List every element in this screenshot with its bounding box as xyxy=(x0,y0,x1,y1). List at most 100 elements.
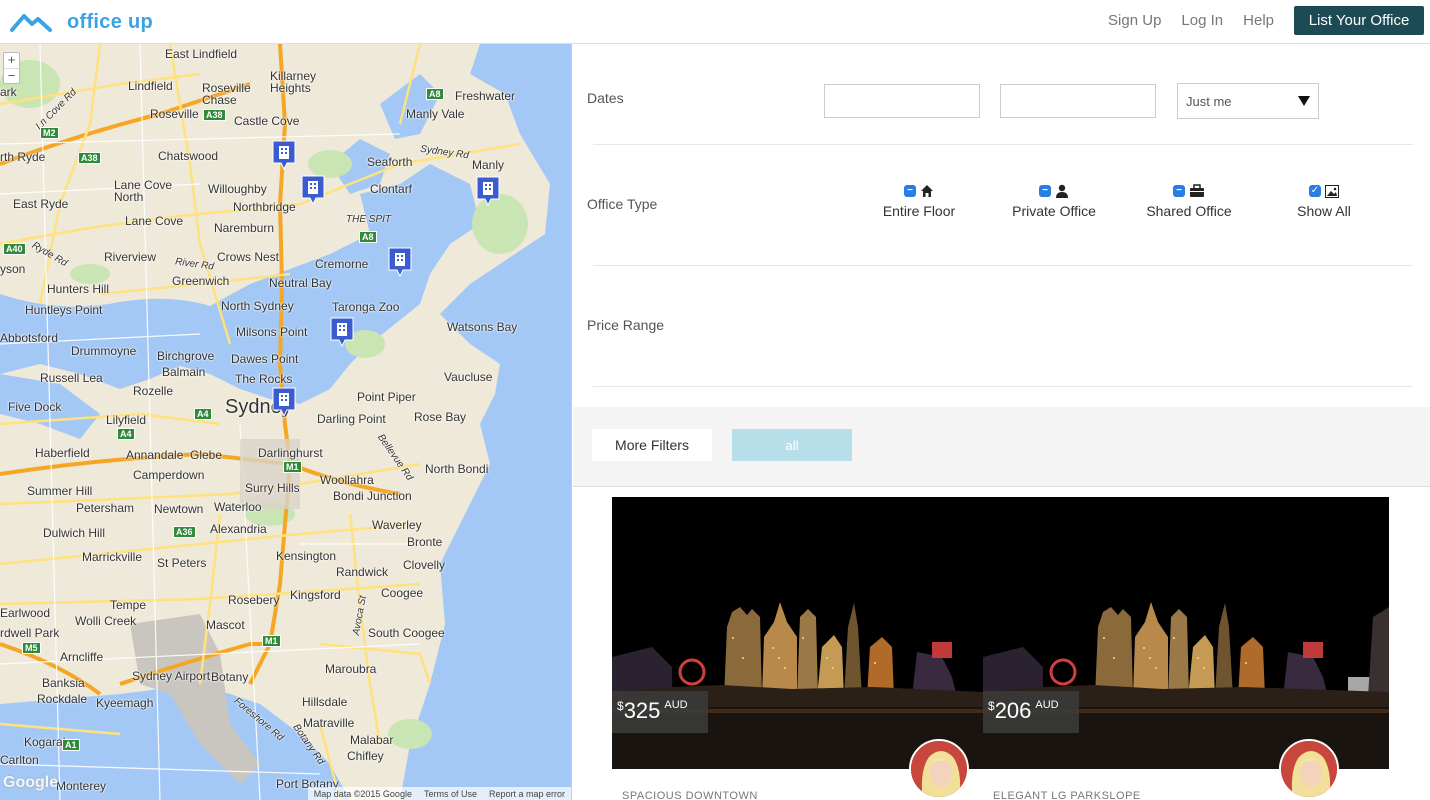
briefcase-icon xyxy=(1190,184,1204,197)
map-label: Alexandria xyxy=(210,522,267,536)
map-label: Rozelle xyxy=(133,384,174,398)
host-avatar[interactable] xyxy=(909,739,969,799)
map-label: Watsons Bay xyxy=(447,320,518,334)
road-shield: M2 xyxy=(40,127,59,139)
map-label: Kyeemagh xyxy=(96,696,154,710)
map-label: Hunters Hill xyxy=(47,282,110,296)
office-type-label: Office Type xyxy=(587,196,658,212)
price-unit: AUD xyxy=(664,699,688,711)
checkbox-minus-icon[interactable]: − xyxy=(904,185,916,197)
map-label: Randwick xyxy=(336,565,389,579)
road-shield: M5 xyxy=(22,642,41,654)
office-type-private-office[interactable]: − Private Office xyxy=(989,182,1119,219)
road-shield: A8 xyxy=(359,231,377,243)
map-label: Camperdown xyxy=(133,468,205,482)
office-type-label-text: Show All xyxy=(1297,203,1351,219)
road-shield: A38 xyxy=(203,109,226,121)
map-label: Neutral Bay xyxy=(269,276,332,290)
help-link[interactable]: Help xyxy=(1243,12,1274,29)
map-label: Kingsford xyxy=(290,588,341,602)
map-label: Coogee xyxy=(381,586,424,600)
road-shield: A1 xyxy=(62,739,80,751)
map-label: Castle Cove xyxy=(234,114,300,128)
zoom-out-button[interactable]: − xyxy=(4,68,19,83)
map-label: Rosebery xyxy=(228,593,280,607)
price-amount: 325 xyxy=(623,698,661,723)
listing-card[interactable]: $ 325 AUD SPACIOUS DOWNTOWN xyxy=(612,497,983,800)
office-marker-icon[interactable] xyxy=(388,247,412,277)
listing-title[interactable]: ELEGANT LG PARKSLOPE xyxy=(993,790,1141,800)
zoom-in-button[interactable]: + xyxy=(4,53,19,68)
map-label: Abbotsford xyxy=(0,331,59,345)
map-label: Drummoyne xyxy=(71,344,137,358)
map-label: Darling Point xyxy=(317,412,386,426)
map-label: Annandale xyxy=(126,448,184,462)
office-type-entire-floor[interactable]: − Entire Floor xyxy=(854,182,984,219)
login-link[interactable]: Log In xyxy=(1181,12,1223,29)
office-type-label-text: Entire Floor xyxy=(882,203,956,219)
all-button[interactable]: all xyxy=(732,429,852,461)
map-label: Clontarf xyxy=(370,182,413,196)
office-type-shared-office[interactable]: − Shared Office xyxy=(1124,182,1254,219)
map-label: Mascot xyxy=(206,618,245,632)
map-label: Malabar xyxy=(350,733,394,747)
price-amount: 206 xyxy=(994,698,1032,723)
listing-card[interactable]: $ 206 AUD ELEGANT LG PARKSLOPE xyxy=(983,497,1389,800)
map-label: Earlwood xyxy=(0,606,51,620)
map-label: Marrickville xyxy=(82,550,142,564)
map-label: South Coogee xyxy=(368,626,445,640)
top-nav: Sign Up Log In Help List Your Office xyxy=(1108,6,1424,35)
checkout-date-input[interactable] xyxy=(1000,84,1156,118)
road-shield: A38 xyxy=(78,152,101,164)
terms-link[interactable]: Terms of Use xyxy=(418,789,483,799)
guests-select-value: Just me xyxy=(1186,93,1232,109)
map-label: The Rocks xyxy=(235,372,293,386)
office-marker-icon[interactable] xyxy=(476,176,500,206)
office-type-show-all[interactable]: ✓ Show All xyxy=(1259,182,1389,219)
report-map-error-link[interactable]: Report a map error xyxy=(483,789,571,799)
filter-actions-bar: More Filters all xyxy=(573,407,1430,487)
map-label: Five Dock xyxy=(8,400,62,414)
office-marker-icon[interactable] xyxy=(272,387,296,417)
map-label: Northbridge xyxy=(233,200,296,214)
office-marker-icon[interactable] xyxy=(301,175,325,205)
list-your-office-button[interactable]: List Your Office xyxy=(1294,6,1424,35)
map-label: St Peters xyxy=(157,556,207,570)
map-label: Bronte xyxy=(407,535,443,549)
checkbox-minus-icon[interactable]: − xyxy=(1039,185,1051,197)
office-type-label-text: Private Office xyxy=(1012,203,1096,219)
map-label: North Sydney xyxy=(221,299,294,313)
map-label: Dulwich Hill xyxy=(43,526,106,540)
map-label: Roseville Chase xyxy=(202,81,251,107)
map-label: Lindfield xyxy=(128,79,173,93)
map-label: Carlton xyxy=(0,753,39,767)
map-zoom-control: + − xyxy=(3,52,20,84)
top-navbar: office up Sign Up Log In Help List Your … xyxy=(0,0,1430,44)
checkbox-minus-icon[interactable]: − xyxy=(1173,185,1185,197)
signup-link[interactable]: Sign Up xyxy=(1108,12,1161,29)
map-label: East Ryde xyxy=(13,197,69,211)
map-label: Rose Bay xyxy=(414,410,467,424)
map-label: Surry Hills xyxy=(245,481,300,495)
map-label: Glebe xyxy=(190,448,223,462)
map-label: East Lindfield xyxy=(165,47,238,61)
map-label: Darlinghurst xyxy=(258,446,323,460)
map-label: Willoughby xyxy=(208,182,267,196)
office-marker-icon[interactable] xyxy=(330,317,354,347)
office-marker-icon[interactable] xyxy=(272,140,296,170)
guests-select[interactable]: Just me xyxy=(1177,83,1319,119)
google-logo: Google xyxy=(3,774,59,791)
checkin-date-input[interactable] xyxy=(824,84,980,118)
more-filters-button[interactable]: More Filters xyxy=(592,429,712,461)
map-panel[interactable]: East Lindfield Killarney Heights ark Lin… xyxy=(0,44,572,800)
logo[interactable]: office up xyxy=(10,8,153,36)
dropdown-arrow-icon xyxy=(1298,96,1310,106)
price-range-label: Price Range xyxy=(587,317,665,333)
map-label: Rockdale xyxy=(37,692,88,706)
map-label: North Bondi xyxy=(425,462,489,476)
host-avatar[interactable] xyxy=(1279,739,1339,799)
map-label: Chifley xyxy=(347,749,384,763)
listing-title[interactable]: SPACIOUS DOWNTOWN xyxy=(622,790,758,800)
divider xyxy=(593,265,1413,266)
checkbox-checked-icon[interactable]: ✓ xyxy=(1309,185,1321,197)
